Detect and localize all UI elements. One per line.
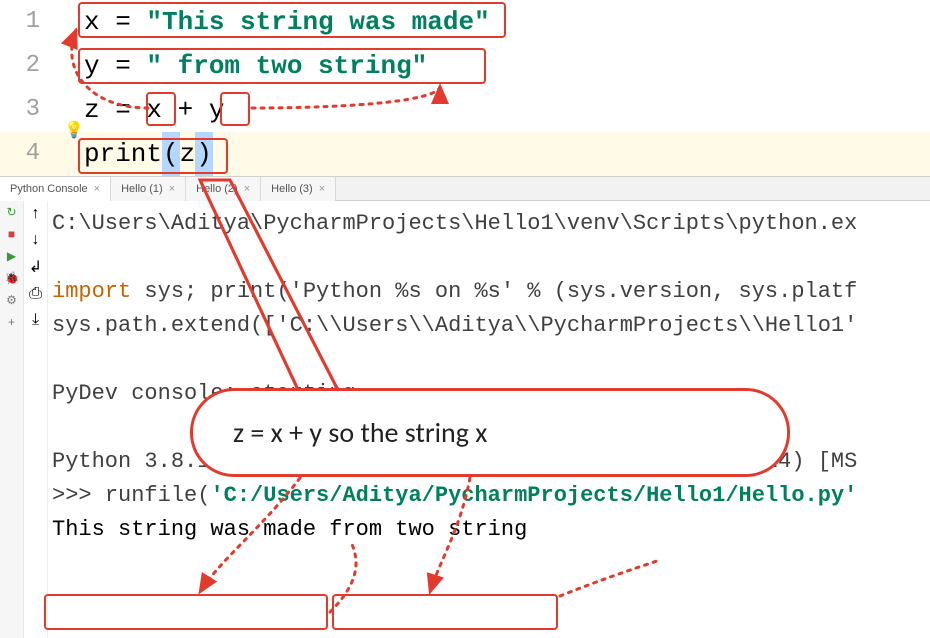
stop-icon[interactable]: ■ (5, 227, 19, 241)
tab-label: Hello (1) (121, 177, 163, 201)
tab-python-console[interactable]: Python Console × (0, 177, 111, 201)
console-toolbar-left: ↻ ■ ▶ 🐞 ⚙ + (0, 201, 24, 638)
code-content[interactable]: print(z) (60, 132, 930, 176)
tab-label: Hello (3) (271, 177, 313, 201)
code-content[interactable]: x = "This string was made" (60, 0, 930, 44)
console-path: C:\Users\Aditya\PycharmProjects\Hello1\v… (52, 211, 857, 236)
console-toolbar-left-2: ↑ ↓ ↲ ⎙ ⤓ (24, 201, 48, 638)
line-number: 2 (0, 44, 60, 88)
tab-hello-2[interactable]: Hello (2) × (186, 177, 261, 201)
line-number: 3 (0, 88, 60, 132)
line-number: 1 (0, 0, 60, 44)
code-line-1[interactable]: 1 x = "This string was made" (0, 0, 930, 44)
bracket-highlight: ( (162, 132, 180, 176)
tab-label: Python Console (10, 177, 88, 201)
callout-text: z = x + y so the string x (233, 415, 487, 450)
plus-icon[interactable]: + (5, 315, 19, 329)
console-output-part-a: This string was made (52, 517, 316, 542)
annotation-callout: z = x + y so the string x (190, 388, 790, 477)
code-line-2[interactable]: 2 y = " from two string" (0, 44, 930, 88)
tab-hello-1[interactable]: Hello (1) × (111, 177, 186, 201)
scroll-icon[interactable]: ⤓ (32, 311, 39, 329)
line-number: 4 (0, 132, 60, 176)
console-output-part-b: from two string (316, 517, 527, 542)
bracket-highlight: ) (195, 132, 213, 176)
close-icon[interactable]: × (244, 177, 250, 201)
code-line-4[interactable]: 4 print(z) (0, 132, 930, 176)
debug-icon[interactable]: 🐞 (5, 271, 19, 285)
console-import-rest: sys; print('Python %s on %s' % (sys.vers… (131, 279, 857, 304)
close-icon[interactable]: × (319, 177, 325, 201)
gear-icon[interactable]: ⚙ (5, 293, 19, 307)
code-content[interactable]: z = x + y (60, 88, 930, 132)
tab-label: Hello (2) (196, 177, 238, 201)
print-icon[interactable]: ⎙ (29, 285, 42, 303)
console-runfile-path: C:/Users/Aditya/PycharmProjects/Hello1/H… (224, 483, 845, 508)
code-editor[interactable]: 1 x = "This string was made" 2 y = " fro… (0, 0, 930, 177)
wrap-icon[interactable]: ↲ (29, 257, 42, 277)
code-line-3[interactable]: 3 z = x + y (0, 88, 930, 132)
up-icon[interactable]: ↑ (32, 205, 40, 223)
console-syspath: sys.path.extend(['C:\\Users\\Aditya\\Pyc… (52, 313, 857, 338)
console-import-kw: import (52, 279, 131, 304)
console-tab-bar: Python Console × Hello (1) × Hello (2) ×… (0, 177, 930, 201)
down-icon[interactable]: ↓ (32, 231, 40, 249)
play-icon[interactable]: ▶ (5, 249, 19, 263)
rerun-icon[interactable]: ↻ (5, 205, 19, 219)
console-runfile: runfile (105, 483, 197, 508)
code-content[interactable]: y = " from two string" (60, 44, 930, 88)
close-icon[interactable]: × (169, 177, 175, 201)
close-icon[interactable]: × (94, 177, 100, 201)
tab-hello-3[interactable]: Hello (3) × (261, 177, 336, 201)
console-prompt: >>> (52, 483, 105, 508)
